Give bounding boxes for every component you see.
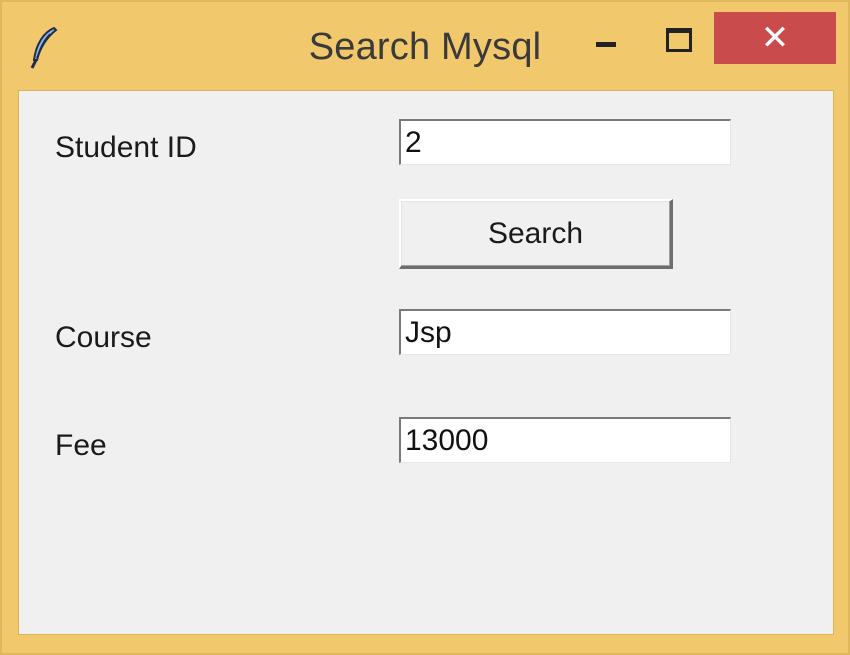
form-panel: Student ID Search Course Fee [18, 90, 834, 635]
maximize-icon [666, 28, 692, 52]
maximize-button[interactable] [642, 12, 712, 64]
fee-label: Fee [55, 429, 107, 462]
course-field[interactable] [399, 309, 731, 355]
title-bar[interactable]: Search Mysql ✕ [2, 2, 848, 88]
minimize-button[interactable] [572, 12, 640, 64]
fee-field[interactable] [399, 417, 731, 463]
app-window: Search Mysql ✕ Student ID Search Course … [0, 0, 850, 655]
search-button[interactable]: Search [399, 199, 673, 269]
student-id-field[interactable] [399, 119, 731, 165]
course-label: Course [55, 321, 152, 354]
close-button[interactable]: ✕ [714, 12, 836, 64]
minimize-icon [596, 42, 616, 47]
close-icon: ✕ [760, 18, 790, 58]
student-id-label: Student ID [55, 131, 197, 164]
